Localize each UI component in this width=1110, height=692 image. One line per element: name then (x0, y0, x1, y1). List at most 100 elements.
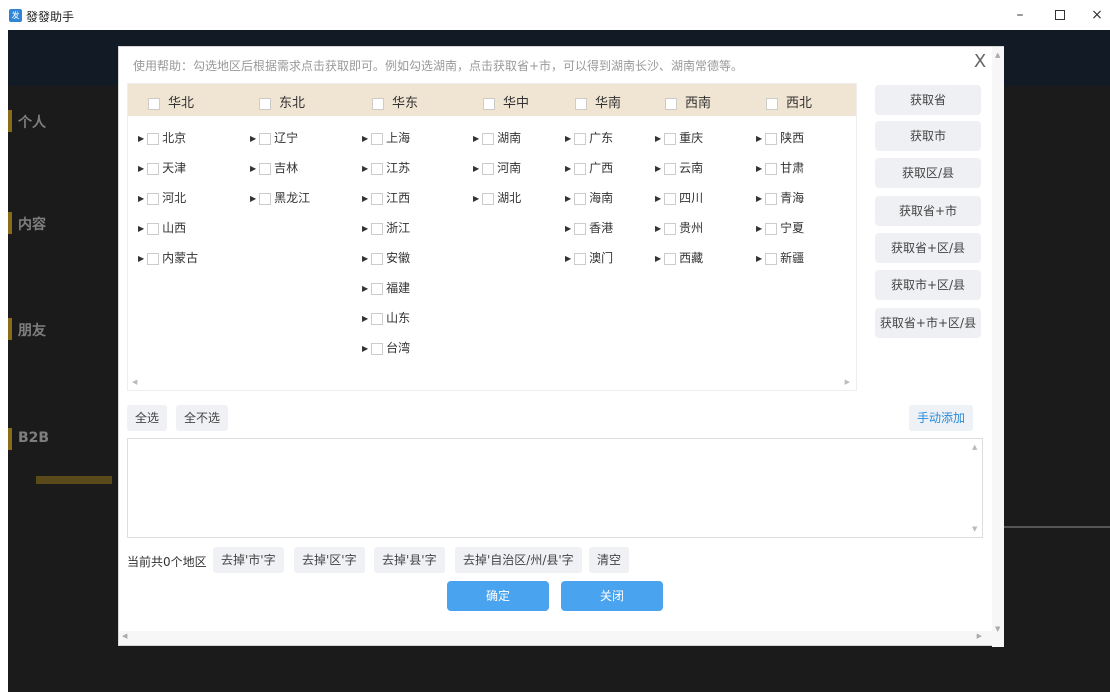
province-checkbox[interactable] (371, 282, 384, 295)
province-checkbox[interactable] (371, 132, 384, 145)
province-item[interactable]: ▶ 江苏 (362, 159, 410, 176)
action-button-2[interactable]: 获取区/县 (875, 158, 981, 188)
expand-triangle-icon[interactable]: ▶ (756, 194, 762, 203)
scroll-right-icon[interactable]: ▶ (977, 632, 982, 640)
action-button-0[interactable]: 获取省 (875, 85, 981, 115)
province-item[interactable]: ▶ 辽宁 (250, 129, 298, 146)
province-checkbox[interactable] (765, 192, 778, 205)
expand-triangle-icon[interactable]: ▶ (655, 254, 661, 263)
province-checkbox[interactable] (371, 252, 384, 265)
province-checkbox[interactable] (574, 132, 587, 145)
scroll-down-icon[interactable]: ▼ (972, 525, 977, 533)
action-button-5[interactable]: 获取市+区/县 (875, 270, 981, 300)
scroll-up-icon[interactable]: ▲ (972, 443, 977, 451)
window-close-button[interactable]: × (1082, 4, 1110, 26)
confirm-button[interactable]: 确定 (447, 581, 549, 611)
expand-triangle-icon[interactable]: ▶ (756, 164, 762, 173)
expand-triangle-icon[interactable]: ▶ (655, 194, 661, 203)
province-item[interactable]: ▶ 甘肃 (756, 159, 804, 176)
action-button-1[interactable]: 获取市 (875, 121, 981, 151)
province-item[interactable]: ▶ 黑龙江 (250, 189, 310, 206)
expand-triangle-icon[interactable]: ▶ (138, 134, 144, 143)
province-checkbox[interactable] (371, 162, 384, 175)
province-checkbox[interactable] (574, 252, 587, 265)
expand-triangle-icon[interactable]: ▶ (756, 254, 762, 263)
province-checkbox[interactable] (147, 162, 160, 175)
province-item[interactable]: ▶ 澳门 (565, 249, 613, 266)
action-button-3[interactable]: 获取省+市 (875, 196, 981, 226)
province-item[interactable]: ▶ 江西 (362, 189, 410, 206)
province-checkbox[interactable] (574, 192, 587, 205)
province-checkbox[interactable] (371, 222, 384, 235)
province-item[interactable]: ▶ 贵州 (655, 219, 703, 236)
region-group-0[interactable]: 华北 (148, 92, 194, 111)
manual-add-button[interactable]: 手动添加 (909, 405, 974, 431)
maximize-button[interactable] (1045, 4, 1075, 26)
region-checkbox[interactable] (575, 97, 587, 110)
province-checkbox[interactable] (482, 192, 495, 205)
expand-triangle-icon[interactable]: ▶ (250, 164, 256, 173)
province-item[interactable]: ▶ 香港 (565, 219, 613, 236)
expand-triangle-icon[interactable]: ▶ (250, 194, 256, 203)
province-checkbox[interactable] (664, 132, 677, 145)
province-checkbox[interactable] (765, 162, 778, 175)
province-item[interactable]: ▶ 内蒙古 (138, 249, 198, 266)
scroll-left-icon[interactable]: ◀ (122, 632, 127, 640)
province-item[interactable]: ▶ 福建 (362, 279, 410, 296)
province-checkbox[interactable] (259, 162, 272, 175)
province-checkbox[interactable] (574, 222, 587, 235)
region-group-6[interactable]: 西北 (766, 92, 812, 111)
province-item[interactable]: ▶ 山东 (362, 309, 410, 326)
province-checkbox[interactable] (664, 252, 677, 265)
expand-triangle-icon[interactable]: ▶ (138, 224, 144, 233)
expand-triangle-icon[interactable]: ▶ (362, 164, 368, 173)
province-checkbox[interactable] (765, 132, 778, 145)
scroll-left-icon[interactable]: ◀ (132, 378, 137, 386)
scroll-down-icon[interactable]: ▼ (995, 625, 1000, 633)
remove-district-suffix-button[interactable]: 去掉'区'字 (294, 547, 365, 573)
province-checkbox[interactable] (482, 162, 495, 175)
province-item[interactable]: ▶ 海南 (565, 189, 613, 206)
expand-triangle-icon[interactable]: ▶ (138, 254, 144, 263)
scroll-up-icon[interactable]: ▲ (995, 51, 1000, 59)
region-output-textarea[interactable] (127, 438, 983, 538)
province-item[interactable]: ▶ 四川 (655, 189, 703, 206)
province-checkbox[interactable] (664, 162, 677, 175)
expand-triangle-icon[interactable]: ▶ (362, 224, 368, 233)
province-item[interactable]: ▶ 河北 (138, 189, 186, 206)
expand-triangle-icon[interactable]: ▶ (362, 314, 368, 323)
province-checkbox[interactable] (482, 132, 495, 145)
province-item[interactable]: ▶ 青海 (756, 189, 804, 206)
expand-triangle-icon[interactable]: ▶ (473, 164, 479, 173)
expand-triangle-icon[interactable]: ▶ (565, 194, 571, 203)
province-item[interactable]: ▶ 北京 (138, 129, 186, 146)
expand-triangle-icon[interactable]: ▶ (655, 164, 661, 173)
expand-triangle-icon[interactable]: ▶ (138, 164, 144, 173)
province-item[interactable]: ▶ 宁夏 (756, 219, 804, 236)
expand-triangle-icon[interactable]: ▶ (565, 164, 571, 173)
province-item[interactable]: ▶ 台湾 (362, 339, 410, 356)
province-checkbox[interactable] (574, 162, 587, 175)
province-item[interactable]: ▶ 吉林 (250, 159, 298, 176)
close-button[interactable]: 关闭 (561, 581, 663, 611)
province-item[interactable]: ▶ 新疆 (756, 249, 804, 266)
province-checkbox[interactable] (259, 192, 272, 205)
province-checkbox[interactable] (147, 192, 160, 205)
action-button-4[interactable]: 获取省+区/县 (875, 233, 981, 263)
expand-triangle-icon[interactable]: ▶ (655, 134, 661, 143)
region-group-3[interactable]: 华中 (483, 92, 529, 111)
region-checkbox[interactable] (148, 97, 160, 110)
expand-triangle-icon[interactable]: ▶ (565, 224, 571, 233)
expand-triangle-icon[interactable]: ▶ (138, 194, 144, 203)
expand-triangle-icon[interactable]: ▶ (565, 134, 571, 143)
province-checkbox[interactable] (259, 132, 272, 145)
province-checkbox[interactable] (664, 192, 677, 205)
province-item[interactable]: ▶ 重庆 (655, 129, 703, 146)
expand-triangle-icon[interactable]: ▶ (473, 134, 479, 143)
region-checkbox[interactable] (766, 97, 778, 110)
province-checkbox[interactable] (147, 132, 160, 145)
action-button-6[interactable]: 获取省+市+区/县 (875, 308, 981, 338)
region-group-2[interactable]: 华东 (372, 92, 418, 111)
minimize-button[interactable]: – (1005, 4, 1035, 26)
region-checkbox[interactable] (372, 97, 384, 110)
